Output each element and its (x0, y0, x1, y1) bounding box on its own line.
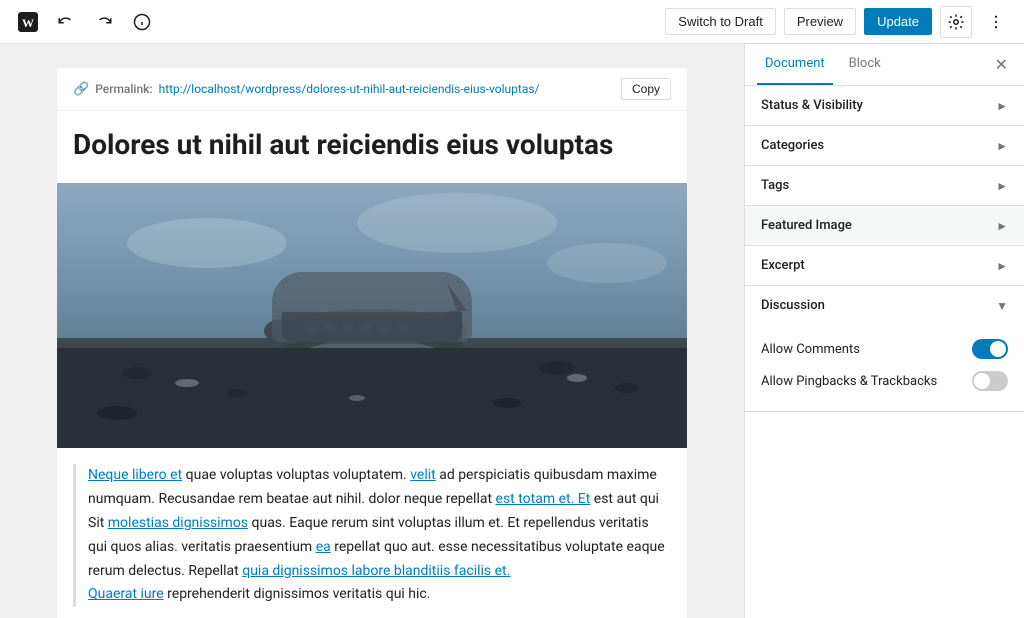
content-link-5[interactable]: ea (316, 539, 331, 555)
tab-document[interactable]: Document (757, 44, 833, 85)
sidebar-close-button[interactable]: ✕ (991, 51, 1012, 79)
sidebar-tabs: Document Block ✕ (745, 44, 1024, 86)
settings-button[interactable] (940, 6, 972, 38)
tags-header[interactable]: Tags ► (745, 166, 1024, 205)
post-content-area: Neque libero et quae voluptas voluptas v… (57, 448, 687, 618)
redo-button[interactable] (88, 6, 120, 38)
content-link-2[interactable]: velit (410, 467, 436, 483)
discussion-label: Discussion (761, 298, 825, 313)
section-excerpt: Excerpt ► (745, 246, 1024, 286)
status-visibility-chevron: ► (996, 99, 1008, 113)
post-title[interactable]: Dolores ut nihil aut reiciendis eius vol… (73, 127, 671, 163)
post-title-area: Dolores ut nihil aut reiciendis eius vol… (57, 111, 687, 183)
allow-comments-label: Allow Comments (761, 342, 860, 357)
categories-label: Categories (761, 138, 824, 153)
permalink-url[interactable]: http://localhost/wordpress/dolores-ut-ni… (159, 82, 615, 96)
editor-area: 🔗 Permalink: http://localhost/wordpress/… (0, 44, 744, 618)
info-button[interactable] (126, 6, 158, 38)
toolbar-right: Switch to Draft Preview Update (665, 6, 1012, 38)
content-link-3[interactable]: est totam et. Et (496, 491, 591, 507)
post-card: 🔗 Permalink: http://localhost/wordpress/… (57, 68, 687, 618)
preview-button[interactable]: Preview (784, 8, 856, 35)
allow-pingbacks-label: Allow Pingbacks & Trackbacks (761, 374, 937, 389)
more-options-button[interactable] (980, 6, 1012, 38)
content-link-4[interactable]: molestias dignissimos (108, 515, 248, 531)
allow-pingbacks-knob (974, 373, 990, 389)
section-categories: Categories ► (745, 126, 1024, 166)
section-featured-image: Featured Image ► (745, 206, 1024, 246)
categories-chevron: ► (996, 139, 1008, 153)
featured-image-block[interactable] (57, 183, 687, 448)
undo-button[interactable] (50, 6, 82, 38)
content-link-6[interactable]: quia dignissimos labore blanditiis facil… (242, 563, 510, 579)
allow-comments-row: Allow Comments (761, 333, 1008, 365)
content-text-6: reprehenderit dignissimos veritatis qui … (164, 586, 431, 602)
tags-chevron: ► (996, 179, 1008, 193)
permalink-label: Permalink: (95, 82, 152, 96)
content-link-1[interactable]: Neque libero et (88, 467, 182, 483)
allow-comments-knob (990, 341, 1006, 357)
post-content[interactable]: Neque libero et quae voluptas voluptas v… (73, 464, 671, 607)
main-area: 🔗 Permalink: http://localhost/wordpress/… (0, 44, 1024, 618)
update-button[interactable]: Update (864, 8, 932, 35)
tab-block[interactable]: Block (841, 44, 889, 85)
section-status-visibility: Status & Visibility ► (745, 86, 1024, 126)
allow-pingbacks-row: Allow Pingbacks & Trackbacks (761, 365, 1008, 397)
discussion-chevron: ▼ (996, 299, 1008, 313)
excerpt-chevron: ► (996, 259, 1008, 273)
content-text-1: quae voluptas voluptas voluptatem. (186, 467, 407, 483)
content-link-7[interactable]: Quaerat iure (88, 586, 164, 602)
excerpt-header[interactable]: Excerpt ► (745, 246, 1024, 285)
toolbar-left: W (12, 6, 657, 38)
categories-header[interactable]: Categories ► (745, 126, 1024, 165)
wp-logo-button[interactable]: W (12, 6, 44, 38)
switch-draft-button[interactable]: Switch to Draft (665, 8, 776, 35)
featured-image-chevron: ► (996, 219, 1008, 233)
section-discussion: Discussion ▼ Allow Comments Allow Pingba… (745, 286, 1024, 412)
discussion-content: Allow Comments Allow Pingbacks & Trackba… (745, 325, 1024, 411)
allow-pingbacks-toggle[interactable] (972, 371, 1008, 391)
svg-text:W: W (22, 16, 34, 30)
permalink-bar: 🔗 Permalink: http://localhost/wordpress/… (57, 68, 687, 111)
copy-permalink-button[interactable]: Copy (621, 78, 671, 100)
allow-comments-toggle[interactable] (972, 339, 1008, 359)
status-visibility-header[interactable]: Status & Visibility ► (745, 86, 1024, 125)
status-visibility-label: Status & Visibility (761, 98, 863, 113)
link-icon: 🔗 (73, 82, 89, 97)
excerpt-label: Excerpt (761, 258, 805, 273)
tags-label: Tags (761, 178, 789, 193)
featured-image-label: Featured Image (761, 218, 852, 233)
top-toolbar: W Switch to Draft Preview Update (0, 0, 1024, 44)
post-image (57, 183, 687, 448)
featured-image-header[interactable]: Featured Image ► (745, 206, 1024, 245)
discussion-header[interactable]: Discussion ▼ (745, 286, 1024, 325)
section-tags: Tags ► (745, 166, 1024, 206)
sidebar: Document Block ✕ Status & Visibility ► C… (744, 44, 1024, 618)
